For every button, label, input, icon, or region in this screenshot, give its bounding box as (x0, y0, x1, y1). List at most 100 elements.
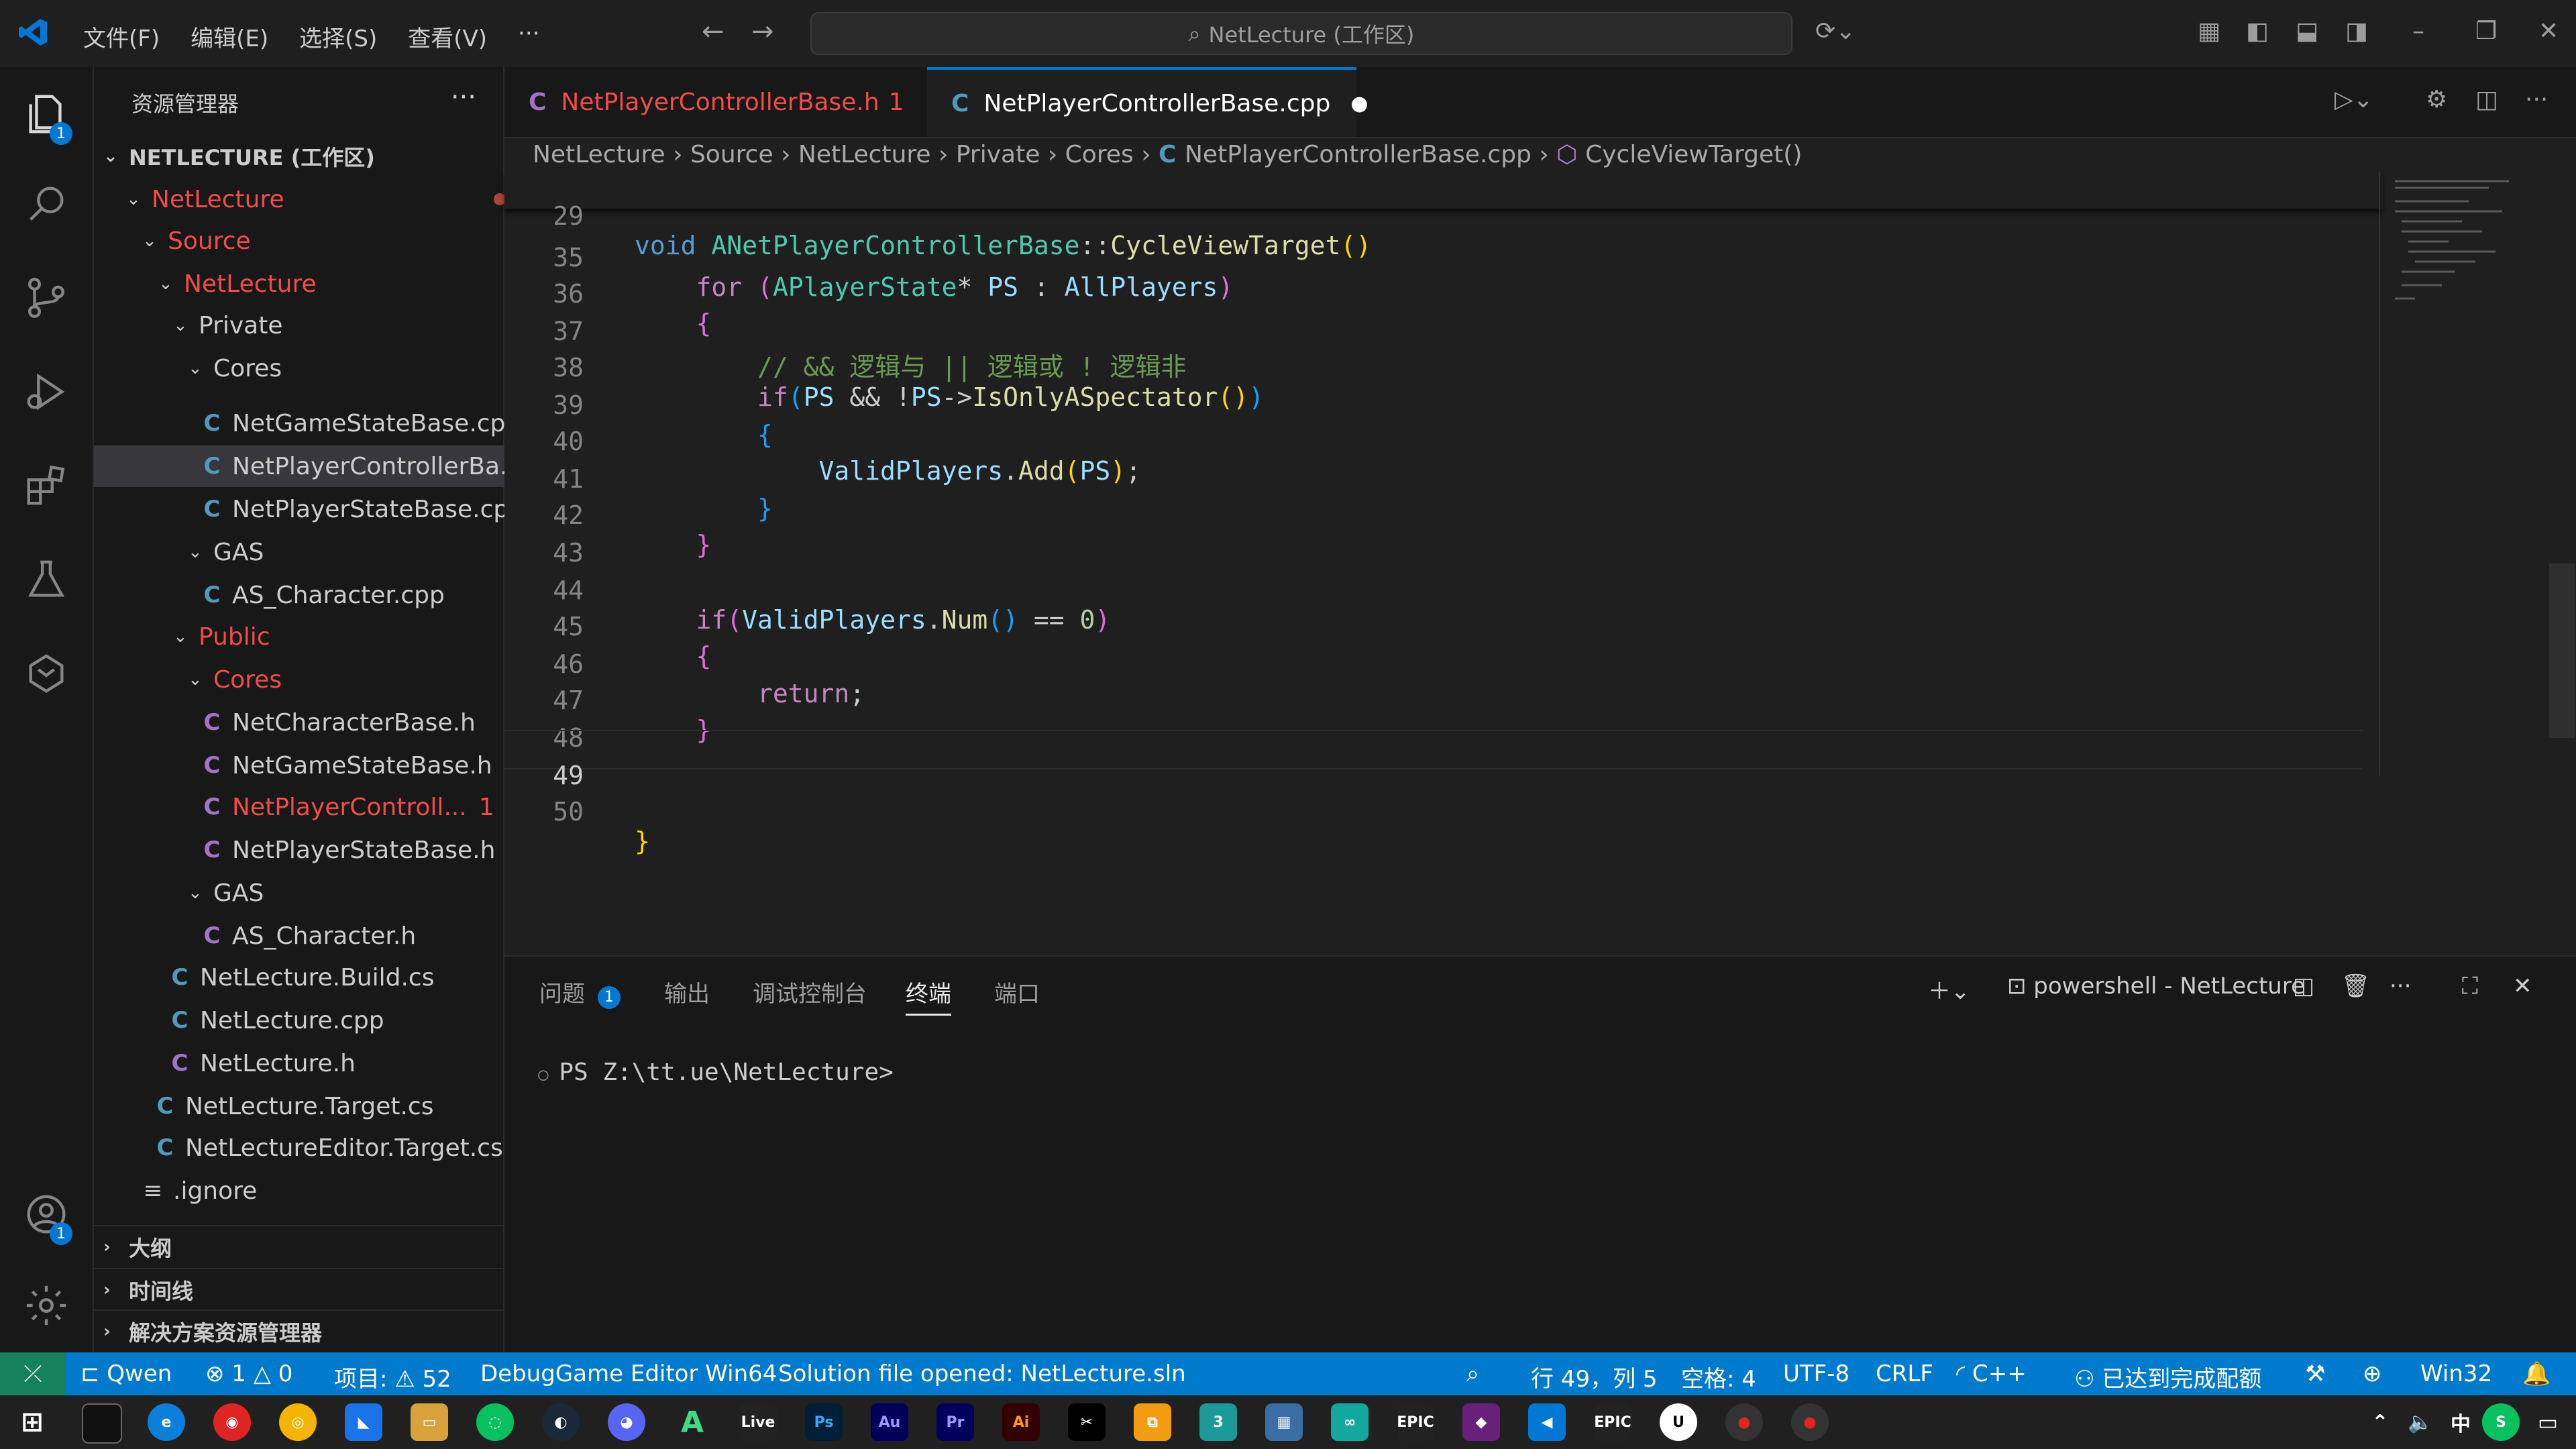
feishu-app-icon[interactable]: ◣ (345, 1403, 382, 1441)
steam-icon[interactable]: ◐ (542, 1403, 580, 1441)
source-control-icon[interactable] (0, 258, 93, 338)
customize-layout-icon[interactable]: ▦ (2198, 17, 2220, 45)
split-terminal-icon[interactable]: ◫ (2293, 973, 2314, 1000)
volume-icon[interactable]: 🔈 (2402, 1403, 2439, 1441)
menu-edit[interactable]: 编辑(E) (191, 20, 268, 53)
tab-header-file[interactable]: C NetPlayerControllerBase.h 1 (504, 67, 927, 137)
arduino-icon[interactable]: ∞ (1331, 1403, 1368, 1441)
forward-arrow-icon[interactable]: → (751, 16, 774, 47)
breadcrumb-item[interactable]: NetLecture (798, 141, 931, 168)
live-app-icon[interactable]: Live (739, 1403, 777, 1441)
problems-status[interactable]: ⊗ 1 △ 0 (205, 1360, 292, 1387)
android-studio-icon[interactable]: A (674, 1403, 711, 1441)
tab-ports[interactable]: 端口 (994, 975, 1040, 1008)
tab-output[interactable]: 输出 (664, 975, 710, 1008)
minimap[interactable] (2388, 174, 2522, 322)
wechat-icon[interactable]: ◌ (476, 1403, 514, 1441)
breadcrumb-item[interactable]: NetLecture (533, 141, 665, 168)
sticky-scroll-line[interactable]: 29 void ANetPlayerControllerBase::CycleV… (504, 172, 2383, 260)
editor-more-icon[interactable]: ··· (2525, 86, 2548, 113)
new-terminal-icon[interactable]: ＋⌄ (1928, 973, 1970, 1006)
tree-file-editor-target-cs[interactable]: C NetLectureEditor.Target.cs (94, 1127, 564, 1169)
dirty-indicator-icon[interactable]: ● (1350, 92, 1368, 115)
sidebar-more-button[interactable]: ··· (451, 82, 476, 113)
windows-start-icon[interactable]: ⊞ (13, 1403, 51, 1441)
breadcrumb-item[interactable]: Source (690, 141, 773, 168)
3dsmax-icon[interactable]: 3 (1199, 1403, 1237, 1441)
extensions-icon[interactable] (0, 445, 93, 526)
illustrator-icon[interactable]: Ai (1002, 1403, 1040, 1441)
toggle-secondary-sidebar-icon[interactable]: ◨ (2345, 17, 2368, 45)
file-explorer-icon[interactable]: ▭ (411, 1403, 448, 1441)
app-window-icon[interactable]: ⧉ (1134, 1403, 1171, 1441)
unreal-tools-icon[interactable] (0, 633, 93, 714)
copilot-menu-icon[interactable]: ⟳⌄ (1815, 17, 1856, 45)
netease-music-icon[interactable]: ◉ (213, 1403, 251, 1441)
remote-indicator-icon[interactable]: ⤫ (0, 1352, 66, 1395)
encoding[interactable]: UTF-8 (1783, 1360, 1849, 1387)
outline-section[interactable]: › 大纲 (94, 1225, 513, 1268)
explorer-icon[interactable]: 1 (0, 74, 93, 154)
capcut-icon[interactable]: ✂ (1068, 1403, 1106, 1441)
settings-gear-icon[interactable]: ⚙ (2426, 86, 2447, 113)
tab-debug-console[interactable]: 调试控制台 (753, 975, 867, 1008)
breadcrumb-item[interactable]: CycleViewTarget() (1585, 141, 1802, 168)
maximize-panel-icon[interactable]: ⛶ (2462, 973, 2478, 1000)
audition-icon[interactable]: Au (871, 1403, 908, 1441)
code-editor[interactable]: 29 void ANetPlayerControllerBase::CycleV… (504, 172, 2576, 954)
photoshop-icon[interactable]: Ps (805, 1403, 843, 1441)
search-view-icon[interactable] (0, 164, 93, 244)
recorder-icon[interactable]: ● (1791, 1403, 1829, 1441)
premiere-icon[interactable]: Pr (936, 1403, 974, 1441)
menu-view[interactable]: 查看(V) (408, 20, 487, 53)
cursor-position[interactable]: 行 49，列 5 (1531, 1360, 1658, 1393)
tab-cpp-file[interactable]: C NetPlayerControllerBase.cpp ● (927, 67, 1368, 137)
run-debug-icon[interactable] (0, 352, 93, 432)
epic-games-icon[interactable]: EPIC (1397, 1403, 1434, 1441)
breadcrumb-item[interactable]: Cores (1065, 141, 1134, 168)
visual-studio-icon[interactable]: ◆ (1462, 1403, 1500, 1441)
manage-gear-icon[interactable] (0, 1265, 93, 1346)
tree-folder-netlecture-module[interactable]: ⌄ NetLecture (94, 263, 568, 305)
breadcrumb-item[interactable]: Private (956, 141, 1040, 168)
panel-more-icon[interactable]: ··· (2390, 973, 2411, 1000)
copilot-chat-icon[interactable]: ⊕ (2363, 1360, 2382, 1387)
command-center-search[interactable]: ⌕ NetLecture (工作区) (810, 12, 1792, 55)
copilot-status[interactable]: ⊏ Qwen (80, 1360, 172, 1387)
vscode-taskbar-icon[interactable]: ◀ (1528, 1403, 1566, 1441)
run-code-icon[interactable]: ▷⌄ (2334, 86, 2373, 113)
line-ending[interactable]: CRLF (1876, 1360, 1933, 1387)
platform[interactable]: Win32 (2420, 1360, 2492, 1387)
build-config[interactable]: DebugGame Editor Win64 (480, 1360, 777, 1387)
tree-file-target-cs[interactable]: C NetLecture.Target.cs (94, 1085, 564, 1127)
accounts-icon[interactable]: 1 (0, 1174, 93, 1254)
terminal-app-icon[interactable] (82, 1403, 122, 1444)
unreal-status-icon[interactable]: ⚒ (2305, 1360, 2325, 1387)
menu-selection[interactable]: 选择(S) (299, 20, 377, 53)
menu-file[interactable]: 文件(F) (83, 20, 160, 53)
solution-explorer-section[interactable]: › 解决方案资源管理器 (94, 1309, 513, 1352)
menu-more[interactable]: ··· (518, 20, 539, 53)
terminal-instance[interactable]: ⊡ powershell - NetLecture (2007, 973, 2305, 1000)
tree-file-ignore[interactable]: ≡ .ignore (94, 1170, 551, 1212)
language-mode[interactable]: ◜ C++ (1956, 1360, 2027, 1387)
tree-folder-source[interactable]: ⌄ Source (94, 220, 551, 262)
tray-app-icon[interactable]: S (2482, 1403, 2520, 1441)
chrome-browser-icon[interactable]: ◎ (279, 1403, 317, 1441)
edge-browser-icon[interactable]: e (148, 1403, 185, 1441)
epic-launcher-icon[interactable]: EPIC (1594, 1403, 1631, 1441)
solution-status[interactable]: Solution file opened: NetLecture.sln (778, 1360, 1186, 1387)
toggle-primary-sidebar-icon[interactable]: ◧ (2246, 17, 2269, 45)
tree-folder-netlecture[interactable]: ⌄ NetLecture (94, 178, 535, 220)
tab-terminal[interactable]: 终端 (906, 975, 951, 1016)
copilot-quota[interactable]: ⚇ 已达到完成配额 (2074, 1360, 2261, 1393)
kill-terminal-trash-icon[interactable]: 🗑 (2341, 973, 2370, 1000)
discord-icon[interactable]: ◕ (608, 1403, 645, 1441)
action-center-icon[interactable]: ▭ (2529, 1403, 2567, 1441)
notifications-bell-icon[interactable]: 🔔 (2522, 1360, 2551, 1387)
unreal-engine-icon[interactable]: U (1660, 1403, 1697, 1441)
tray-chevron-icon[interactable]: ⌃ (2361, 1403, 2399, 1441)
restore-icon[interactable]: ❐ (2475, 17, 2497, 45)
minimize-icon[interactable]: – (2412, 17, 2424, 45)
terminal-output[interactable]: ○ PS Z:\tt.ue\NetLecture> (538, 1059, 894, 1086)
